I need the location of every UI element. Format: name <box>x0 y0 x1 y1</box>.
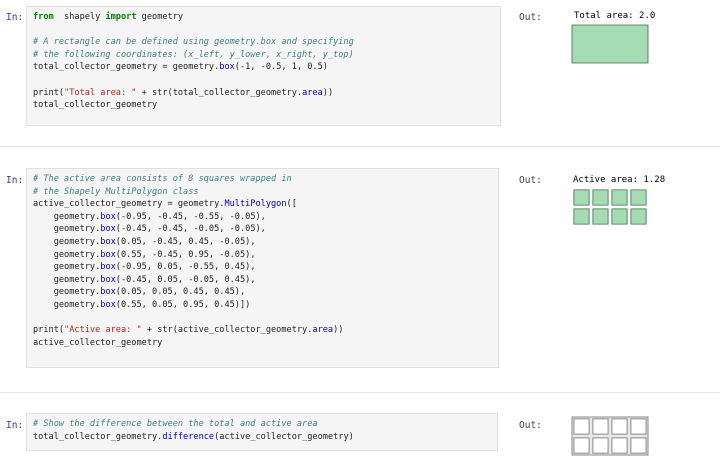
output-title-1: Total area: 2.0 <box>574 11 656 21</box>
active-square-4 <box>630 208 647 225</box>
code-token: (0.55, 0.05, 0.95, 0.45)]) <box>115 299 251 310</box>
input-prompt-1: In: <box>6 12 24 23</box>
code-token: geometry. <box>33 224 101 235</box>
code-token: geometry. <box>33 299 101 310</box>
code-token: box <box>100 274 116 285</box>
code-token: # Show the difference between the total … <box>33 419 318 429</box>
code-token: geometry. <box>33 274 101 285</box>
output-shape-2 <box>573 189 647 225</box>
output-title-2: Active area: 1.28 <box>573 175 666 185</box>
code-token: geometry. <box>33 262 101 273</box>
active-square-6 <box>592 189 609 206</box>
code-token: total_collector_geometry. <box>33 431 163 442</box>
code-token: ([ <box>286 199 297 210</box>
code-token: print( <box>33 325 65 336</box>
code-token: total_collector_geometry = geometry. <box>33 62 220 73</box>
code-token: geometry <box>136 12 184 22</box>
cell-divider <box>0 146 720 147</box>
code-token: geometry. <box>33 249 101 260</box>
code-token: box <box>100 224 116 235</box>
code-token: box <box>100 262 116 273</box>
code-token: box <box>100 249 116 260</box>
code-block-3[interactable]: # Show the difference between the total … <box>33 418 354 443</box>
active-square-5 <box>573 189 590 206</box>
code-token: (active_collector_geometry) <box>214 431 354 442</box>
input-prompt-2: In: <box>6 175 24 186</box>
total-rectangle <box>571 24 649 64</box>
code-token: (0.55, -0.45, 0.95, -0.05), <box>115 249 256 260</box>
code-token: box <box>100 287 116 298</box>
code-token: geometry. <box>33 211 101 222</box>
code-token: total_collector_geometry <box>33 100 158 111</box>
code-block-1[interactable]: from shapely import geometry # A rectang… <box>33 11 354 112</box>
code-token: from <box>33 12 54 22</box>
code-token: box <box>100 236 116 247</box>
code-token: "Active area: " <box>64 325 142 336</box>
cell-divider <box>0 392 720 393</box>
code-token: # A rectangle can be defined using geome… <box>33 37 354 48</box>
code-token: # The active area consists of 8 squares … <box>33 174 292 184</box>
code-token: (-1, -0.5, 1, 0.5) <box>234 62 328 73</box>
output-prompt-2: Out: <box>519 175 542 186</box>
code-token: (0.05, -0.45, 0.45, -0.05), <box>115 236 256 247</box>
code-block-2[interactable]: # The active area consists of 8 squares … <box>33 173 343 349</box>
code-token: (-0.45, -0.45, -0.05, -0.05), <box>115 224 266 235</box>
output-prompt-3: Out: <box>519 420 542 431</box>
code-token: difference <box>162 431 215 442</box>
code-token: print( <box>33 87 65 98</box>
code-token: area <box>312 325 334 336</box>
code-cell-1[interactable]: from shapely import geometry # A rectang… <box>26 6 501 126</box>
active-square-3 <box>611 208 628 225</box>
difference-polygon <box>571 416 649 456</box>
code-token: box <box>100 299 116 310</box>
code-token: active_collector_geometry <box>33 337 163 348</box>
active-square-2 <box>592 208 609 225</box>
code-token: geometry. <box>33 236 101 247</box>
code-token: (-0.95, 0.05, -0.55, 0.45), <box>115 262 256 273</box>
input-prompt-3: In: <box>6 420 24 431</box>
code-token: # the Shapely MultiPolygon class <box>33 186 199 197</box>
code-token: (-0.45, 0.05, -0.05, 0.45), <box>115 274 256 285</box>
code-token: )) <box>333 325 344 336</box>
code-token: )) <box>322 87 334 98</box>
output-prompt-1: Out: <box>519 12 542 23</box>
code-token: MultiPolygon <box>224 199 287 210</box>
code-token: active_collector_geometry = geometry. <box>33 199 225 210</box>
code-token: area <box>302 87 323 98</box>
code-token: + str(total_collector_geometry. <box>136 87 303 98</box>
output-shape-1 <box>571 24 649 64</box>
code-token: "Total area: " <box>64 87 137 98</box>
code-token: box <box>100 211 116 222</box>
active-square-1 <box>573 208 590 225</box>
code-cell-2[interactable]: # The active area consists of 8 squares … <box>26 168 499 368</box>
code-token: (0.05, 0.05, 0.45, 0.45), <box>115 287 246 298</box>
code-token: (-0.95, -0.45, -0.55, -0.05), <box>115 211 266 222</box>
active-square-7 <box>611 189 628 206</box>
code-token: shapely <box>53 12 106 22</box>
code-token: import <box>105 12 137 22</box>
code-token: # the following coordinates: (x_left, y_… <box>33 49 354 60</box>
output-shape-3 <box>571 416 649 456</box>
code-cell-3[interactable]: # Show the difference between the total … <box>26 413 498 451</box>
code-token: + str(active_collector_geometry. <box>141 325 313 336</box>
code-token: geometry. <box>33 287 101 298</box>
active-square-8 <box>630 189 647 206</box>
code-token: box <box>219 62 235 73</box>
